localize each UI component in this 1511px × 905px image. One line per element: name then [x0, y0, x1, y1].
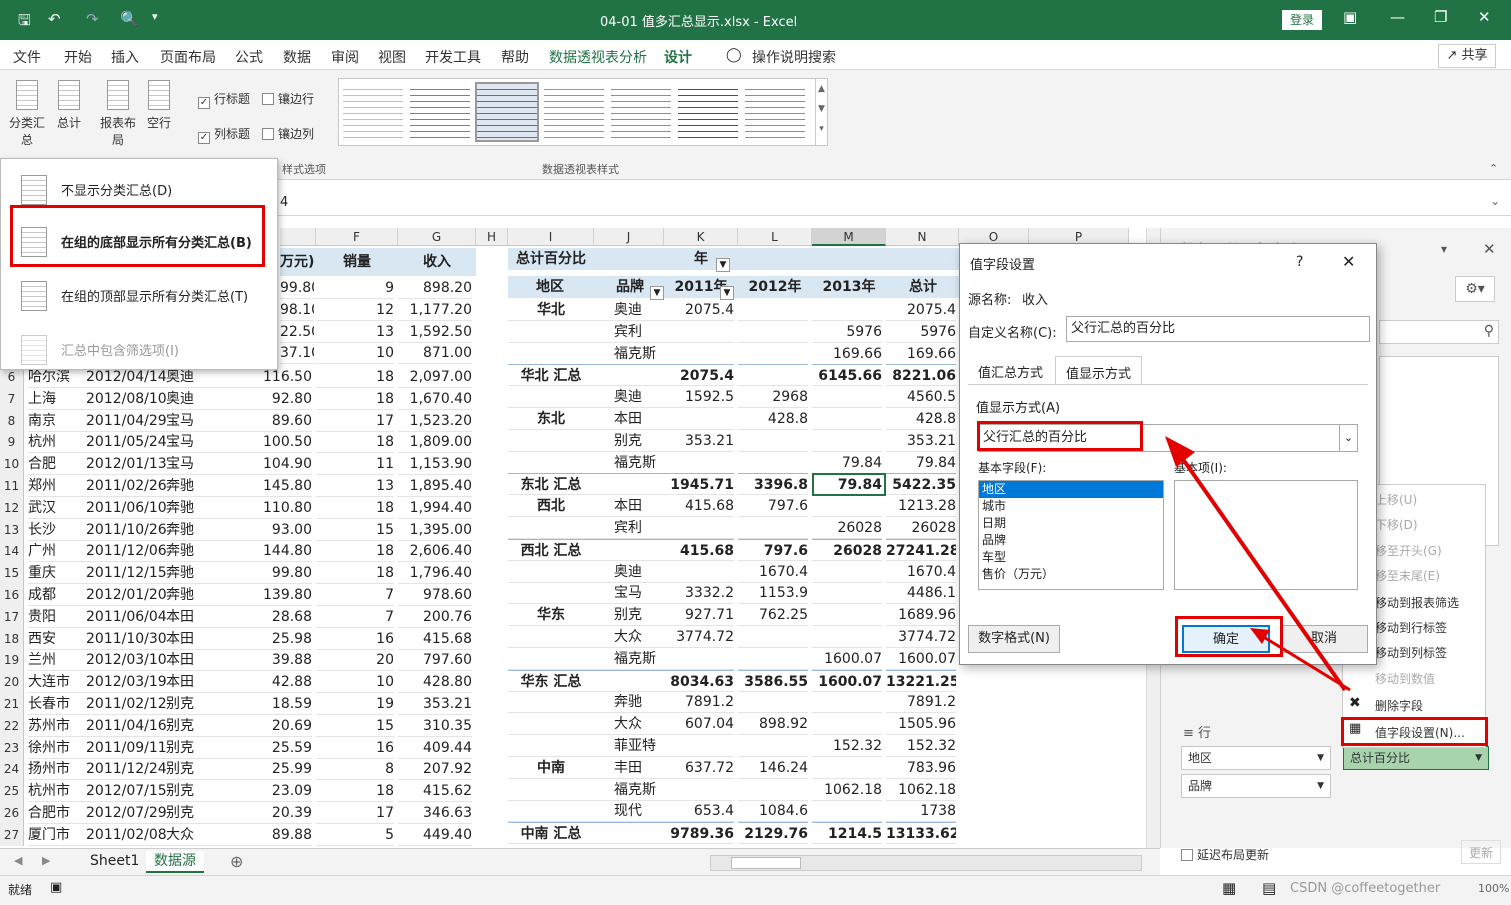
annotation-arrows [1165, 436, 1351, 692]
